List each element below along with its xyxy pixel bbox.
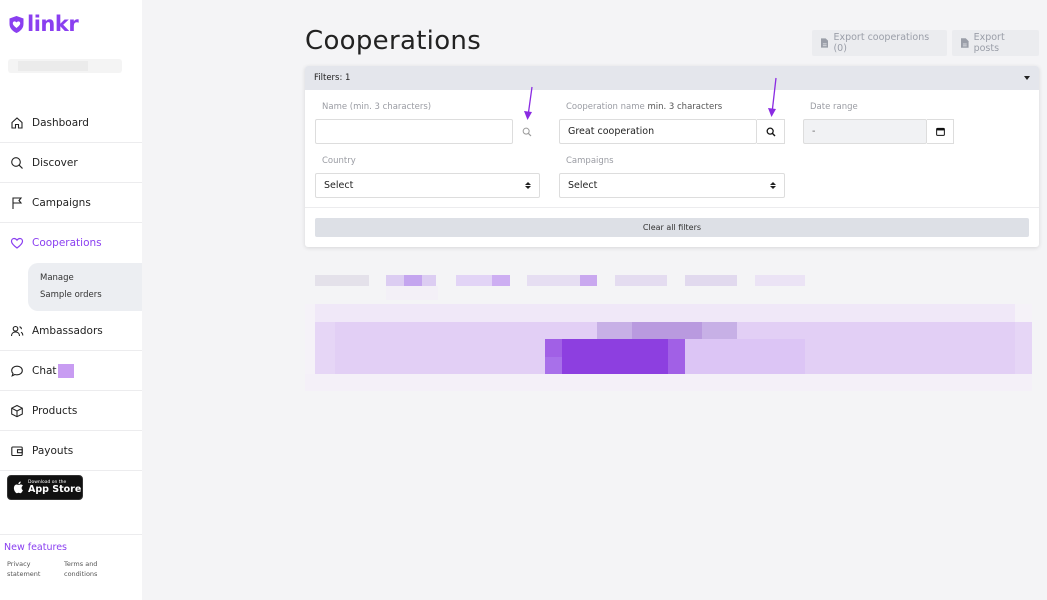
privacy-statement-link[interactable]: Privacy statement bbox=[4, 559, 61, 579]
search-icon bbox=[766, 127, 776, 137]
sidebar-item-label: Discover bbox=[32, 156, 78, 169]
filters-title: Filters: 1 bbox=[314, 73, 351, 83]
date-range-input[interactable]: - bbox=[803, 119, 927, 144]
page-title: Cooperations bbox=[305, 26, 482, 56]
campaigns-select-value: Select bbox=[568, 180, 598, 191]
sidebar-item-label: Products bbox=[32, 404, 78, 417]
date-range-value: - bbox=[812, 126, 816, 137]
sidebar-item-label: Payouts bbox=[32, 444, 74, 457]
filters-divider bbox=[305, 207, 1039, 208]
annotation-arrow-icon bbox=[524, 86, 533, 120]
sidebar-item-label: Campaigns bbox=[32, 196, 91, 209]
linkr-logo[interactable]: linkr bbox=[8, 12, 79, 36]
cooperations-submenu: Manage Sample orders bbox=[28, 263, 142, 311]
sidebar-footer: New features Privacy statement Terms and… bbox=[0, 534, 142, 579]
chat-icon bbox=[10, 364, 24, 378]
home-icon bbox=[10, 116, 24, 130]
apple-icon bbox=[13, 481, 23, 494]
sidebar-item-cooperations[interactable]: Cooperations bbox=[0, 223, 142, 263]
coop-name-filter-label: Cooperation name min. 3 characters bbox=[566, 102, 722, 112]
annotation-arrow-icon bbox=[768, 77, 777, 117]
country-select[interactable]: Select bbox=[315, 173, 540, 198]
export-posts-button[interactable]: Export posts bbox=[952, 30, 1039, 56]
app-store-line2: App Store bbox=[28, 484, 82, 495]
privacy-line2: statement bbox=[7, 570, 41, 578]
sidebar-item-campaigns[interactable]: Campaigns bbox=[0, 183, 142, 223]
sidebar-item-dashboard[interactable]: Dashboard bbox=[0, 103, 142, 143]
submenu-item-sample-orders[interactable]: Sample orders bbox=[40, 287, 142, 304]
submenu-item-manage[interactable]: Manage bbox=[40, 270, 142, 287]
terms-link[interactable]: Terms and conditions bbox=[61, 559, 118, 579]
coop-name-filter-input[interactable]: Great cooperation bbox=[559, 119, 757, 144]
heart-icon bbox=[10, 236, 24, 250]
coop-name-label-hint: min. 3 characters bbox=[647, 102, 723, 112]
search-icon bbox=[522, 127, 532, 136]
chat-unread-badge bbox=[57, 363, 74, 378]
sidebar-item-label: Chat bbox=[32, 364, 57, 377]
country-label: Country bbox=[322, 156, 356, 166]
new-features-link[interactable]: New features bbox=[4, 542, 142, 553]
account-switcher[interactable] bbox=[8, 59, 122, 73]
sidebar-item-products[interactable]: Products bbox=[0, 391, 142, 431]
terms-line1: Terms and bbox=[64, 560, 98, 568]
campaigns-select[interactable]: Select bbox=[559, 173, 785, 198]
select-arrows-icon bbox=[770, 182, 776, 189]
export-cooperations-button[interactable]: Export cooperations (0) bbox=[812, 30, 947, 56]
select-arrows-icon bbox=[525, 182, 531, 189]
logo-text: linkr bbox=[27, 12, 79, 36]
sidebar-item-label: Ambassadors bbox=[32, 324, 103, 337]
file-icon bbox=[961, 38, 969, 48]
date-picker-button[interactable] bbox=[927, 119, 954, 144]
coop-name-filter-value: Great cooperation bbox=[568, 126, 655, 137]
caret-down-icon bbox=[1024, 76, 1030, 80]
name-filter-input[interactable] bbox=[315, 119, 513, 144]
privacy-line1: Privacy bbox=[7, 560, 31, 568]
export-posts-label: Export posts bbox=[973, 32, 1005, 54]
app-store-badge[interactable]: Download on the App Store bbox=[7, 475, 83, 500]
sidebar-item-label: Dashboard bbox=[32, 116, 89, 129]
sidebar-item-chat[interactable]: Chat bbox=[0, 351, 142, 391]
date-range-label: Date range bbox=[810, 102, 858, 112]
country-select-value: Select bbox=[324, 180, 354, 191]
sidebar-item-label: Cooperations bbox=[32, 237, 102, 249]
clear-all-filters-button[interactable]: Clear all filters bbox=[315, 218, 1029, 237]
box-icon bbox=[10, 404, 24, 418]
search-icon bbox=[10, 156, 24, 170]
export-cooperations-label: Export cooperations (0) bbox=[833, 32, 930, 54]
sidebar-item-discover[interactable]: Discover bbox=[0, 143, 142, 183]
file-icon bbox=[821, 38, 829, 48]
coop-name-label-prefix: Cooperation name bbox=[566, 102, 645, 112]
sidebar-item-payouts[interactable]: Payouts bbox=[0, 431, 142, 471]
filters-toggle[interactable]: Filters: 1 bbox=[305, 66, 1039, 90]
wallet-icon bbox=[10, 444, 24, 458]
sidebar: linkr Dashboard Discover Campaigns Coope… bbox=[0, 0, 142, 600]
name-filter-label: Name (min. 3 characters) bbox=[322, 102, 432, 112]
sidebar-nav: Dashboard Discover Campaigns Cooperation… bbox=[0, 103, 142, 471]
filters-panel: Filters: 1 Name (min. 3 characters) Coop… bbox=[305, 66, 1039, 247]
flag-icon bbox=[10, 196, 24, 210]
users-icon bbox=[10, 324, 24, 338]
coop-name-search-button[interactable] bbox=[757, 119, 785, 144]
name-search-button[interactable] bbox=[513, 119, 541, 144]
terms-line2: conditions bbox=[64, 570, 98, 578]
sidebar-item-ambassadors[interactable]: Ambassadors bbox=[0, 311, 142, 351]
shield-heart-icon bbox=[9, 15, 24, 33]
campaigns-label: Campaigns bbox=[566, 156, 614, 166]
calendar-icon bbox=[935, 127, 945, 136]
